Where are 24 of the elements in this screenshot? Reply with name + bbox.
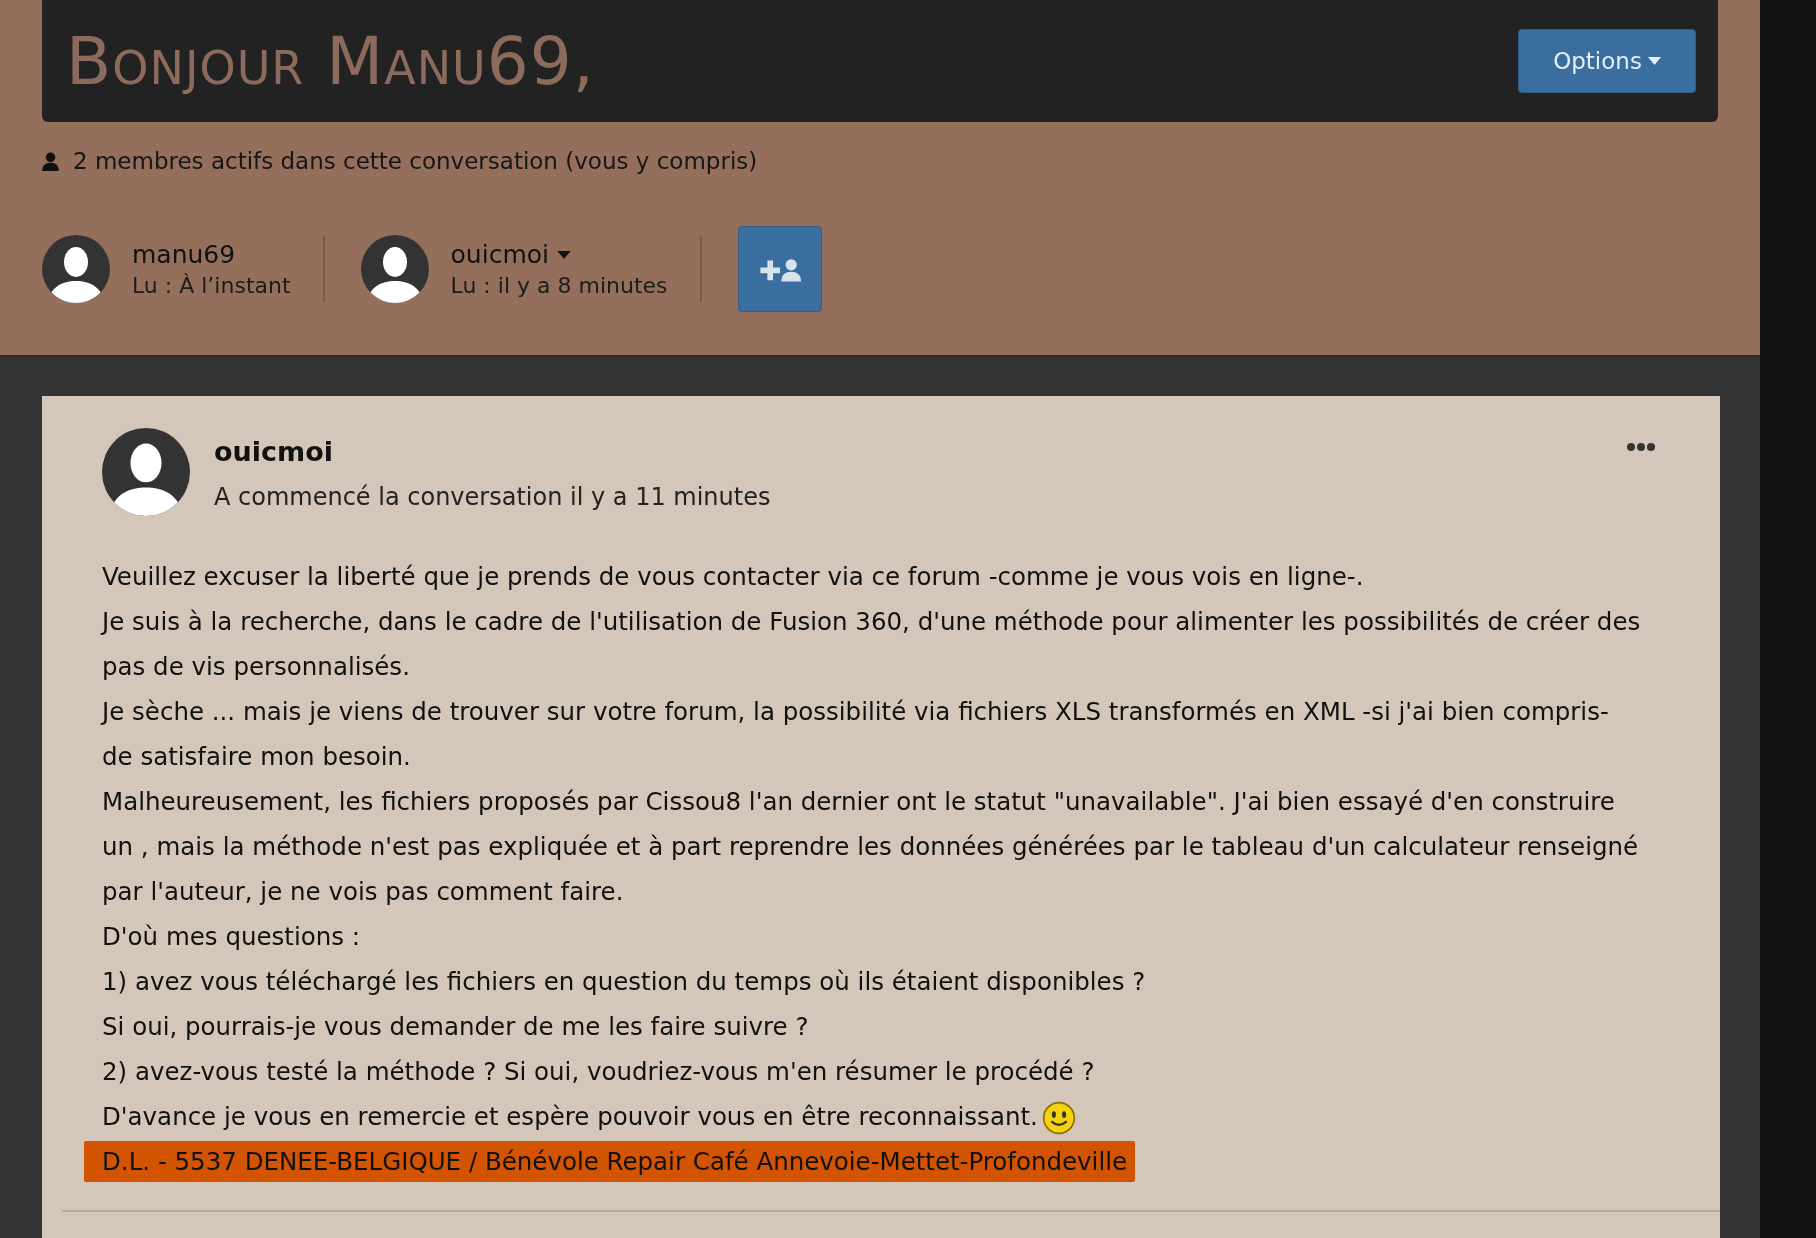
message-text: Malheureusement, les fichiers proposés par Cissou8 l'an dernier ont le statut "unavailable". J'ai bien essayé d'en construire un , mais la méthode n'est pas expliquée et à part reprendre les données générées par le tableau d'un calculateur renseigné par l'auteur, je ne vois pas comment faire. [102, 787, 1639, 906]
read-status: Lu : À l’instant [132, 273, 291, 298]
caret-icon[interactable] [557, 250, 571, 259]
message-text: Je sèche ... mais je viens de trouver sur votre forum, la possibilité via fichiers XLS transformés en XML -si j'ai bien compris- de satisfaire mon besoin. [102, 697, 1609, 771]
message-text: 2) avez-vous testé la méthode ? Si oui, voudriez-vous m'en résumer le procédé ? [102, 1057, 1095, 1086]
signature-text: D.L. - 5537 DENEE-BELGIQUE / Bénévole Repair Café Annevoie-Mettet-Profondeville [84, 1141, 1136, 1182]
members-summary: 2 membres actifs dans cette conversation (vous y compris) [73, 148, 758, 174]
read-status: Lu : il y a 8 minutes [450, 273, 668, 298]
caret-icon [1647, 57, 1661, 65]
participant-name[interactable]: ouicmoi [450, 240, 549, 269]
participant-name[interactable]: manu69 [132, 240, 236, 269]
author-name[interactable]: ouicmoi [214, 436, 1602, 467]
message-text: Si oui, pourrais-je vous demander de me les faire suivre ? [102, 1012, 809, 1041]
user-icon [42, 151, 59, 171]
options-button[interactable]: Options [1518, 29, 1696, 93]
more-options-icon[interactable] [1626, 442, 1656, 452]
message-text: D'avance je vous en remercie et espère pouvoir vous en être reconnaissant. [102, 1102, 1038, 1131]
message-text: 1) avez vous téléchargé les fichiers en question du temps où ils étaient disponibles ? [102, 967, 1146, 996]
message-text: Veuillez excuser la liberté que je prends de vous contacter via ce forum -comme je vous vois en ligne-. [102, 562, 1364, 591]
message-text: Je suis à la recherche, dans le cadre de l'utilisation de Fusion 360, d'une méthode pour alimenter les possibilités de créer des pas de vis personnalisés. [102, 607, 1641, 681]
add-participant-button[interactable] [737, 226, 822, 312]
message-text: D'où mes questions : [102, 922, 361, 951]
post-meta: A commencé la conversation il y a 11 minutes [214, 483, 772, 511]
page-title: Bonjour Manu69, [66, 22, 595, 100]
